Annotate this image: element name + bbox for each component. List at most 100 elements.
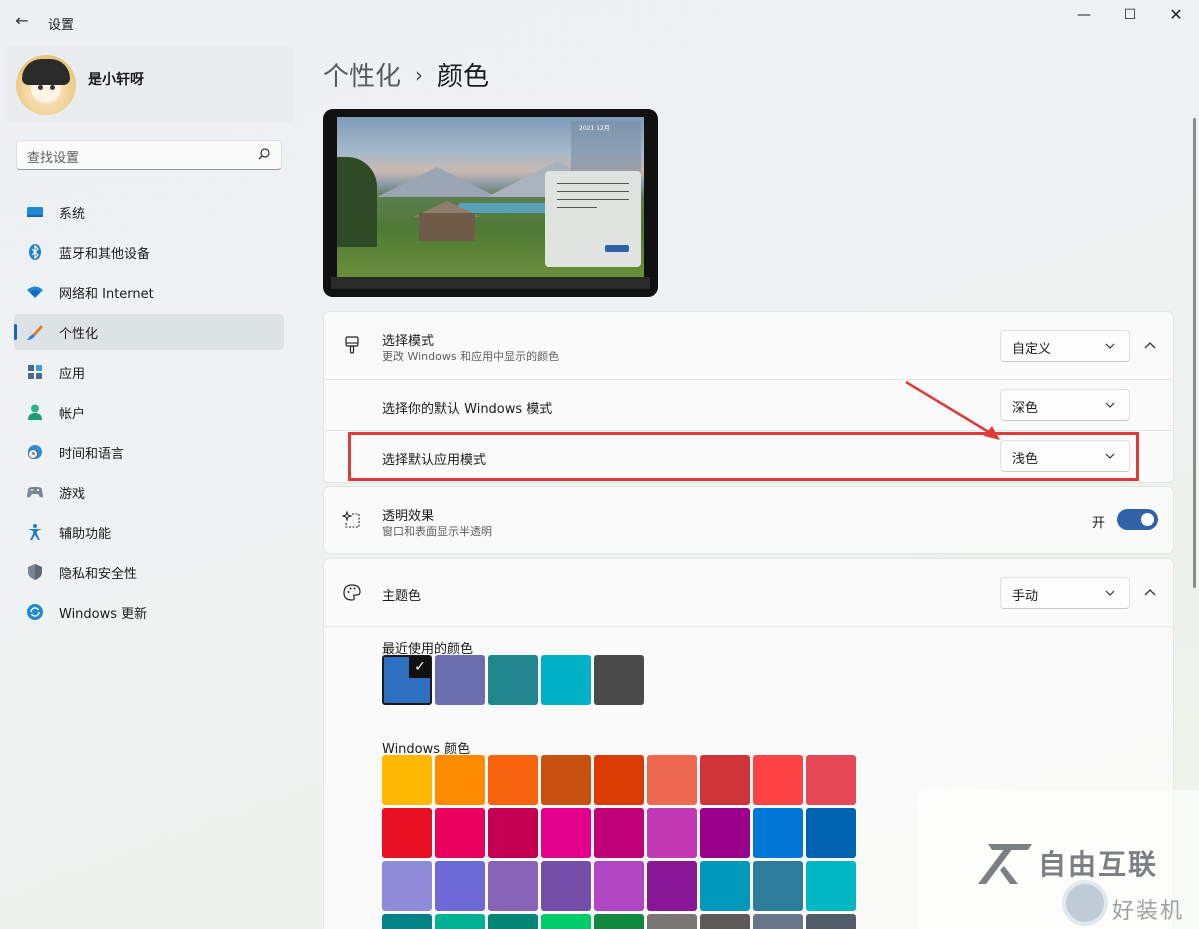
windows-color-swatch[interactable] [594, 914, 644, 929]
mode-title: 选择模式 [382, 334, 435, 349]
windows-color-swatch[interactable] [594, 808, 644, 858]
close-button[interactable]: ✕ [1153, 0, 1199, 32]
windows-color-swatch[interactable] [806, 861, 856, 911]
toggle-knob [1141, 513, 1154, 526]
windows-color-swatch[interactable] [700, 755, 750, 805]
brush-icon [27, 325, 43, 340]
sidebar-item-label: 时间和语言 [59, 447, 125, 462]
windows-color-swatch[interactable] [488, 914, 538, 929]
chevron-down-icon [1105, 343, 1115, 349]
theme-preview: 2021 12月 [323, 109, 658, 297]
windows-color-swatch[interactable] [806, 914, 856, 929]
transparency-state-label: 开 [1092, 516, 1106, 531]
recent-color-swatch[interactable] [594, 655, 644, 705]
sidebar-item-windows-update[interactable]: Windows 更新 [14, 594, 284, 630]
transparency-toggle[interactable] [1117, 509, 1158, 530]
breadcrumb-separator: › [415, 63, 424, 87]
windows-mode-dropdown-value: 深色 [1012, 401, 1039, 416]
breadcrumb: 个性化 › 颜色 [323, 56, 489, 93]
windows-color-swatch[interactable] [382, 914, 432, 929]
recent-color-swatch[interactable] [435, 655, 485, 705]
recent-color-swatch[interactable] [488, 655, 538, 705]
sidebar-item-accounts[interactable]: 帐户 [14, 394, 284, 430]
apps-icon [28, 365, 42, 379]
wifi-icon [27, 286, 43, 298]
windows-color-swatch[interactable] [435, 914, 485, 929]
windows-color-swatch[interactable] [647, 808, 697, 858]
back-button[interactable]: ← [10, 10, 34, 34]
windows-mode-label: 选择你的默认 Windows 模式 [382, 402, 553, 417]
windows-color-swatch[interactable] [488, 808, 538, 858]
windows-color-swatch[interactable] [753, 808, 803, 858]
windows-color-swatch[interactable] [488, 861, 538, 911]
bluetooth-icon [29, 244, 41, 260]
windows-color-swatch[interactable] [647, 755, 697, 805]
user-profile-card[interactable]: 是小轩呀 [4, 47, 294, 122]
windows-mode-dropdown[interactable]: 深色 [1000, 389, 1130, 421]
windows-color-swatch[interactable] [806, 808, 856, 858]
windows-color-swatch[interactable] [753, 755, 803, 805]
sidebar-item-time-language[interactable]: 时间和语言 [14, 434, 284, 470]
windows-color-swatch[interactable] [594, 755, 644, 805]
windows-color-swatch[interactable] [382, 861, 432, 911]
windows-color-swatch[interactable] [541, 808, 591, 858]
search-input[interactable]: 查找设置 [16, 140, 282, 170]
mode-dropdown[interactable]: 自定义 [1000, 330, 1130, 362]
minimize-button[interactable]: — [1061, 0, 1107, 32]
sidebar-item-network[interactable]: 网络和 Internet [14, 274, 284, 310]
divider [323, 379, 1174, 380]
windows-color-swatch[interactable] [700, 808, 750, 858]
windows-color-swatch[interactable] [753, 861, 803, 911]
divider [323, 626, 1174, 627]
windows-color-swatch[interactable] [647, 914, 697, 929]
sidebar-item-label: 游戏 [59, 487, 86, 502]
windows-color-swatch[interactable] [435, 755, 485, 805]
windows-color-swatch[interactable] [647, 861, 697, 911]
sidebar-item-accessibility[interactable]: 辅助功能 [14, 514, 284, 550]
accent-dropdown[interactable]: 手动 [1000, 577, 1130, 609]
sidebar-item-bluetooth[interactable]: 蓝牙和其他设备 [14, 234, 284, 270]
accessibility-icon [28, 524, 42, 540]
transparency-subtitle: 窗口和表面显示半透明 [382, 525, 492, 538]
windows-color-swatch[interactable] [700, 861, 750, 911]
preview-calendar: 2021 12月 [571, 121, 641, 173]
arrow-annotation [905, 380, 1000, 440]
chevron-up-icon[interactable] [1143, 339, 1157, 353]
windows-color-swatch[interactable] [700, 914, 750, 929]
windows-color-swatch[interactable] [806, 755, 856, 805]
sidebar-item-personalization[interactable]: 个性化 [14, 314, 284, 350]
mode-dropdown-value: 自定义 [1012, 342, 1052, 357]
windows-color-swatch[interactable] [541, 914, 591, 929]
mode-subtitle: 更改 Windows 和应用中显示的颜色 [382, 350, 560, 363]
windows-color-swatch[interactable] [541, 861, 591, 911]
watermark-brand: 自由互联 [1038, 848, 1159, 881]
watermark-site: 好装机 [1112, 899, 1185, 924]
person-icon [28, 404, 42, 420]
monitor-icon [27, 207, 43, 217]
recent-color-swatch[interactable] [541, 655, 591, 705]
sidebar-item-gaming[interactable]: 游戏 [14, 474, 284, 510]
windows-color-swatch[interactable] [435, 808, 485, 858]
recent-color-swatch[interactable]: ✓ [382, 655, 432, 705]
windows-color-swatch[interactable] [488, 755, 538, 805]
maximize-button[interactable]: ☐ [1107, 0, 1153, 32]
sidebar-item-label: 系统 [59, 207, 86, 222]
windows-color-swatch[interactable] [541, 755, 591, 805]
sidebar-item-label: 帐户 [59, 407, 86, 422]
windows-color-swatch[interactable] [753, 914, 803, 929]
windows-color-swatch[interactable] [594, 861, 644, 911]
windows-color-swatch[interactable] [435, 861, 485, 911]
page-title: 颜色 [437, 62, 490, 92]
scrollbar[interactable] [1193, 118, 1196, 588]
chevron-up-icon[interactable] [1143, 586, 1157, 600]
sidebar-item-privacy[interactable]: 隐私和安全性 [14, 554, 284, 590]
window-title: 设置 [48, 18, 75, 33]
sidebar-item-apps[interactable]: 应用 [14, 354, 284, 390]
sparkle-icon [342, 510, 360, 528]
sidebar-item-system[interactable]: 系统 [14, 194, 284, 230]
breadcrumb-parent[interactable]: 个性化 [323, 62, 401, 92]
search-icon[interactable] [257, 147, 271, 161]
windows-color-swatch[interactable] [382, 808, 432, 858]
windows-color-swatch[interactable] [382, 755, 432, 805]
title-bar: ← 设置 — ☐ ✕ [0, 0, 1199, 44]
